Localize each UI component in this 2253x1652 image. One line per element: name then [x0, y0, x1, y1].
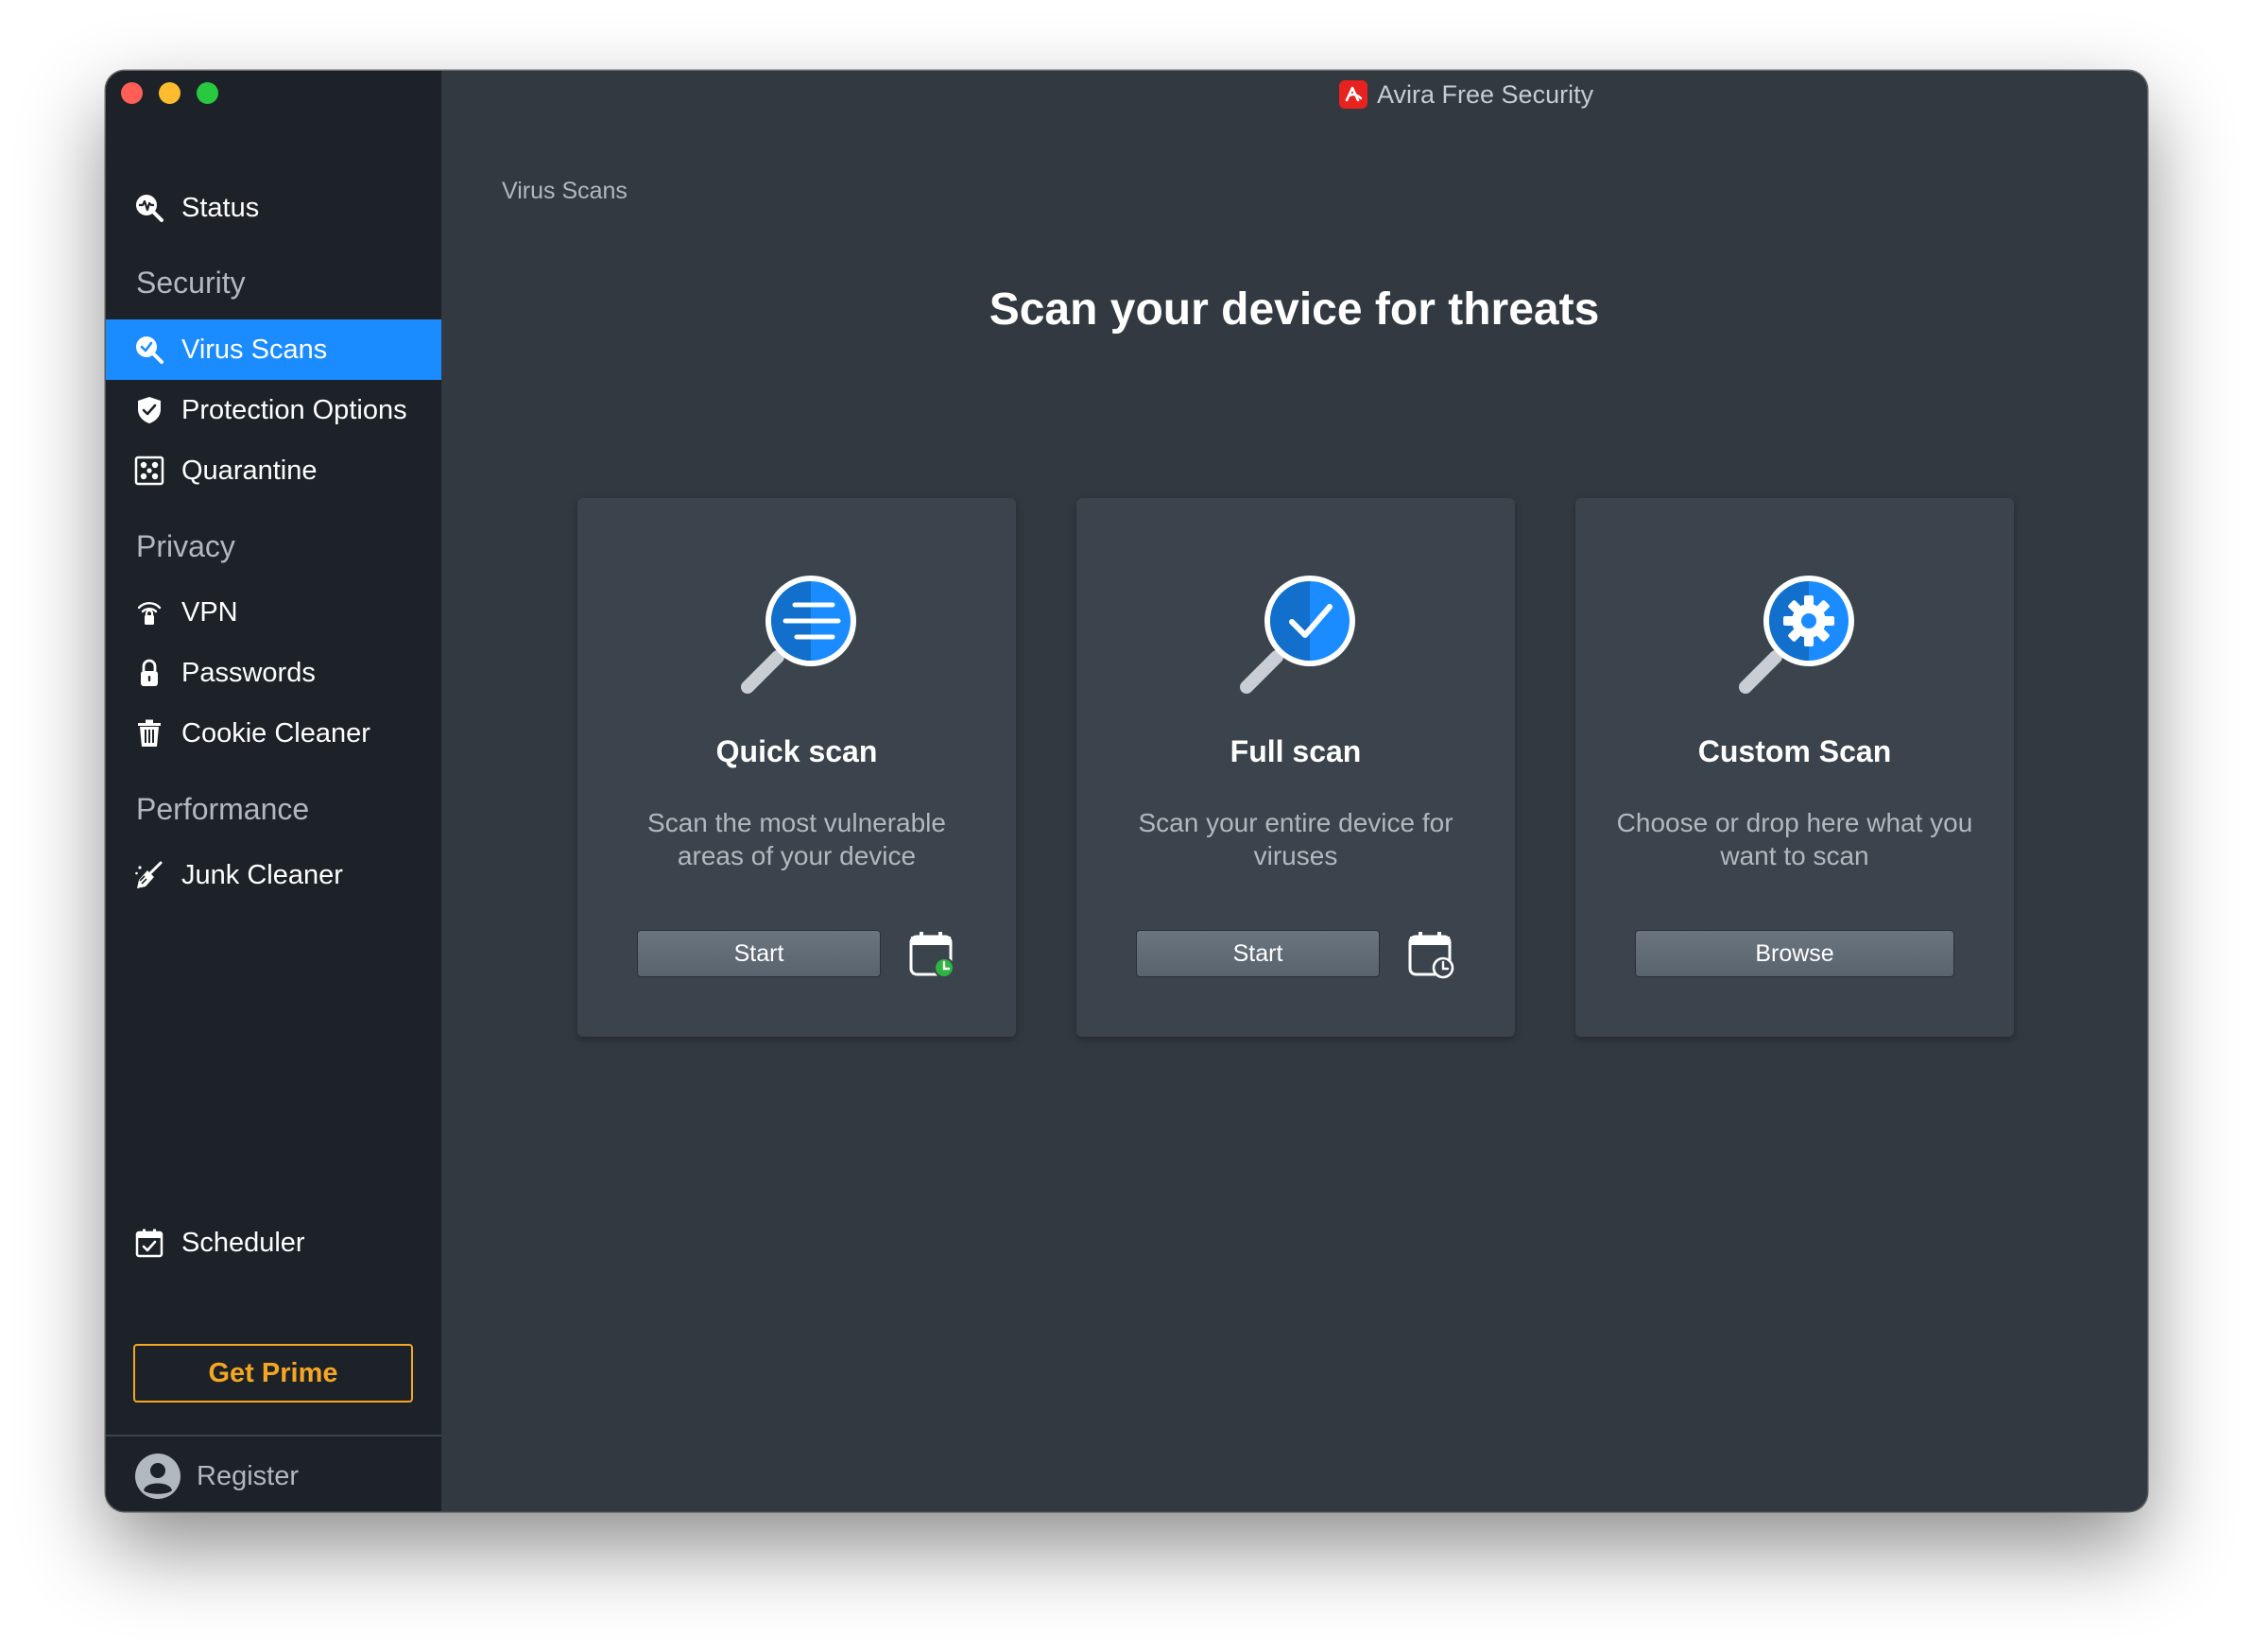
app-window: Status Security Virus Scans Protection O…: [106, 71, 2147, 1511]
sidebar-divider: [106, 1435, 441, 1437]
breadcrumb: Virus Scans: [502, 178, 628, 204]
full-scan-start-button[interactable]: Start: [1136, 930, 1380, 977]
sidebar-item-label: VPN: [181, 597, 238, 628]
sidebar-item-passwords[interactable]: Passwords: [106, 643, 441, 703]
sidebar-item-cookie-cleaner[interactable]: Cookie Cleaner: [106, 703, 441, 764]
card-description: Scan the most vulnerable areas of your d…: [647, 808, 946, 870]
trash-icon: [138, 719, 161, 747]
quarantine-box-icon: [134, 456, 164, 486]
quick-scan-card[interactable]: Quick scan Scan the most vulnerable area…: [577, 498, 1016, 1037]
register-button[interactable]: Register: [134, 1450, 299, 1503]
custom-scan-magnifier-icon: [1739, 576, 1854, 694]
sidebar-item-label: Virus Scans: [181, 335, 328, 365]
status-pulse-icon: [136, 195, 163, 222]
sidebar-item-status[interactable]: Status: [106, 178, 441, 238]
broom-icon: [135, 861, 163, 888]
sidebar-item-vpn[interactable]: VPN: [106, 582, 441, 643]
sidebar-item-label: Status: [181, 193, 260, 223]
browse-button[interactable]: Browse: [1635, 930, 1954, 977]
window-title-text: Avira Free Security: [1377, 79, 1594, 109]
custom-scan-card[interactable]: Custom Scan Choose or drop here what you…: [1575, 498, 2014, 1037]
calendar-check-icon: [135, 1229, 163, 1258]
sidebar-item-label: Junk Cleaner: [181, 860, 343, 890]
card-description: Choose or drop here what you want to sca…: [1616, 808, 1973, 870]
sidebar-item-virus-scans[interactable]: Virus Scans: [106, 319, 441, 380]
section-label-privacy: Privacy: [136, 529, 235, 563]
sidebar-item-label: Cookie Cleaner: [181, 718, 370, 749]
sidebar-item-scheduler[interactable]: Scheduler: [106, 1213, 441, 1273]
card-description: Scan your entire device for viruses: [1138, 808, 1453, 870]
full-scan-card[interactable]: Full scan Scan your entire device for vi…: [1076, 498, 1515, 1037]
sidebar-item-junk-cleaner[interactable]: Junk Cleaner: [106, 845, 441, 905]
sidebar-item-label: Quarantine: [181, 456, 318, 486]
schedule-calendar-icon[interactable]: [1407, 930, 1454, 979]
get-prime-button[interactable]: Get Prime: [133, 1344, 413, 1402]
avira-logo-icon: [1339, 80, 1367, 109]
window-zoom-button[interactable]: [197, 82, 218, 104]
sidebar-item-quarantine[interactable]: Quarantine: [106, 440, 441, 501]
register-label: Register: [197, 1460, 299, 1491]
quick-scan-magnifier-icon: [741, 576, 856, 694]
quick-scan-start-button[interactable]: Start: [637, 930, 881, 977]
section-label-security: Security: [136, 266, 246, 300]
sidebar-item-protection-options[interactable]: Protection Options: [106, 380, 441, 440]
card-title: Custom Scan: [1697, 734, 1892, 768]
sidebar-item-label: Passwords: [181, 658, 316, 688]
window-title: Avira Free Security: [1339, 77, 1593, 112]
shield-check-icon: [138, 397, 161, 423]
lock-icon: [141, 659, 158, 686]
section-label-performance: Performance: [136, 792, 310, 826]
page-title: Scan your device for threats: [989, 284, 1600, 335]
full-scan-magnifier-icon: [1240, 576, 1355, 694]
window-close-button[interactable]: [121, 82, 143, 104]
card-title: Full scan: [1230, 734, 1362, 768]
sidebar-item-label: Scheduler: [181, 1228, 305, 1258]
sidebar: Status Security Virus Scans Protection O…: [106, 71, 441, 1511]
wifi-lock-icon: [137, 602, 162, 625]
schedule-calendar-icon[interactable]: [908, 930, 955, 979]
title-bar: Avira Free Security: [441, 71, 2147, 118]
user-avatar-icon: [135, 1454, 181, 1499]
window-minimize-button[interactable]: [159, 82, 181, 104]
card-title: Quick scan: [715, 734, 878, 768]
magnifier-check-icon: [136, 336, 163, 364]
sidebar-item-label: Protection Options: [181, 395, 407, 425]
